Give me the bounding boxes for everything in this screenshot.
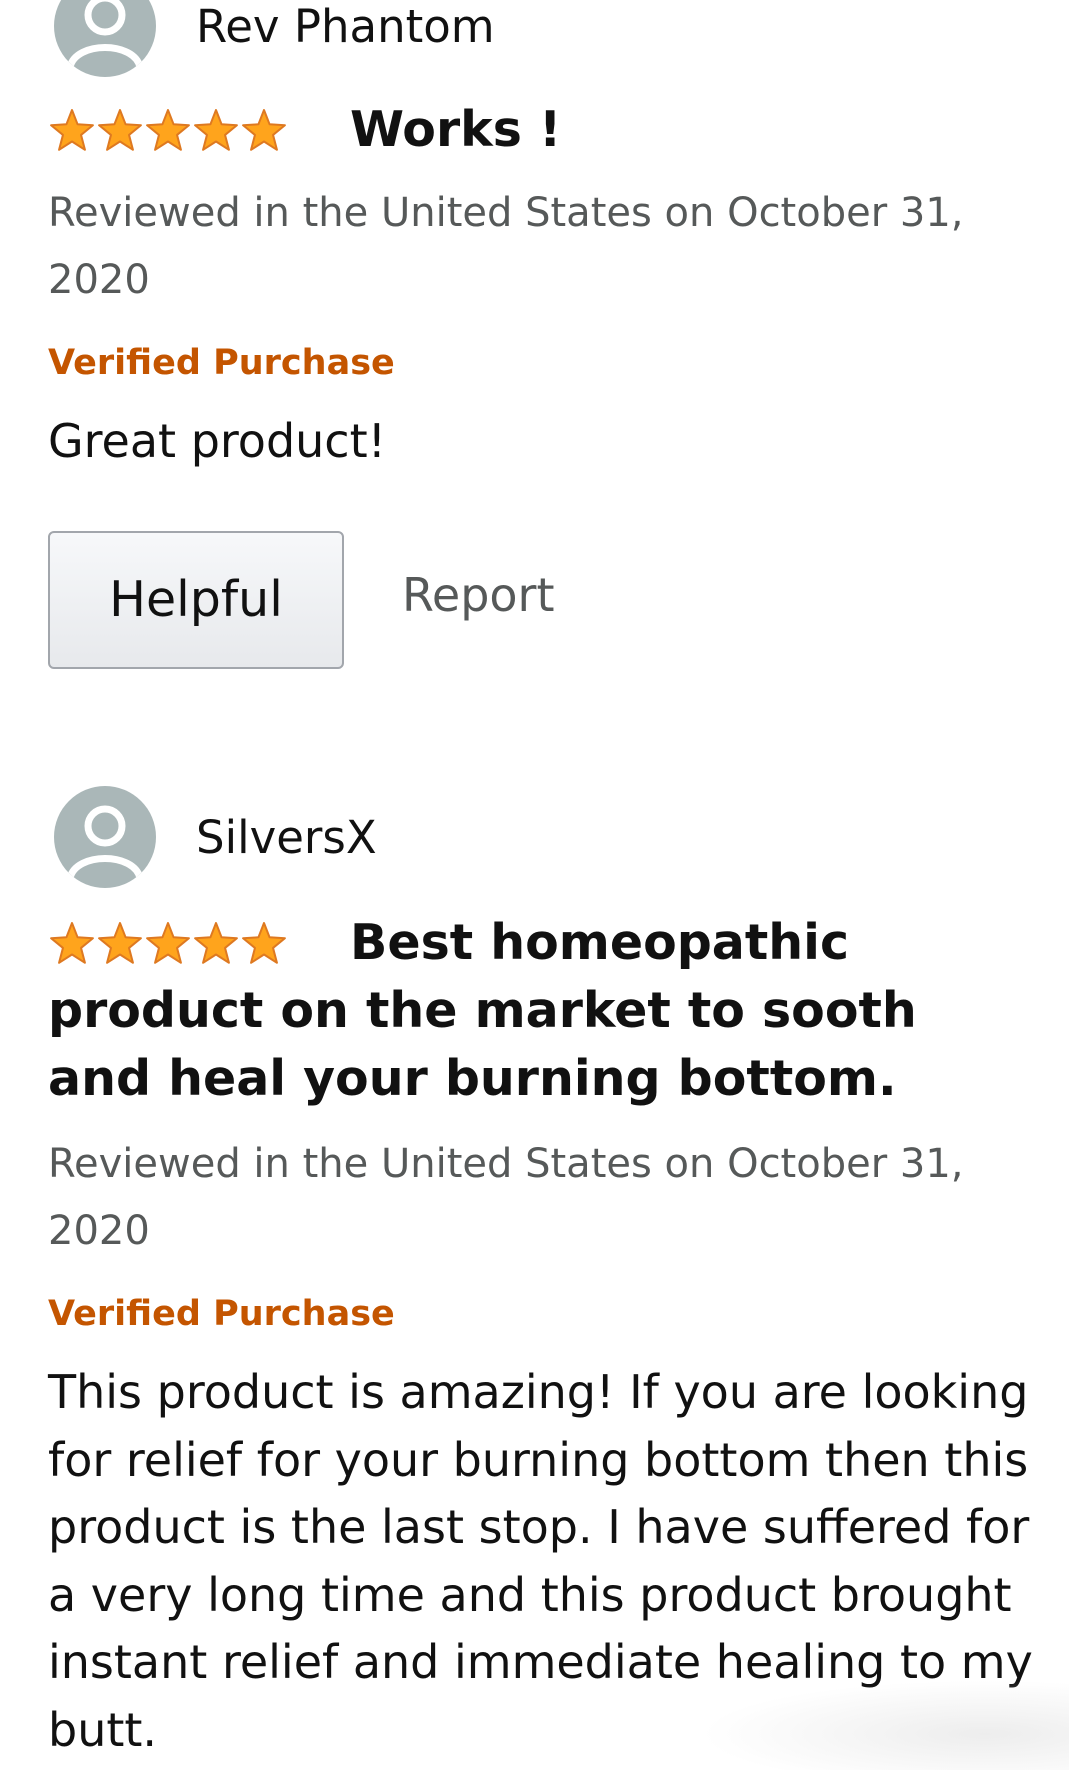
star-icon [50,109,94,151]
reviewer-profile[interactable]: Rev Phantom [54,0,495,78]
person-silhouette-icon [66,0,144,69]
star-icon [98,109,142,151]
star-icon [50,109,286,151]
star-icon [50,922,286,964]
review-body: This product is amazing! If you are look… [48,1365,1033,1757]
review-date: Reviewed in the United States on October… [48,1141,964,1254]
reviewer-profile[interactable]: SilversX [54,785,377,889]
review-body: Great product! [48,414,387,468]
star-icon [194,109,238,151]
avatar [54,0,156,77]
star-icon [98,922,142,964]
reviewer-name: Rev Phantom [196,0,495,53]
person-silhouette-icon [66,805,144,880]
verified-purchase-badge: Verified Purchase [48,343,395,383]
star-icon [242,109,286,151]
star-rating [48,917,312,969]
star-icon [146,922,190,964]
star-icon [194,922,238,964]
review-title[interactable]: Works ! [350,101,561,158]
review-date: Reviewed in the United States on October… [48,190,964,303]
avatar [54,786,156,888]
verified-purchase-badge: Verified Purchase [48,1294,395,1334]
star-icon [146,109,190,151]
review-headline: Works ! [48,96,1008,164]
reviewer-name: SilversX [196,810,377,864]
star-icon [50,922,94,964]
report-link[interactable]: Report [402,568,555,622]
helpful-button[interactable]: Helpful [48,531,344,669]
review-headline: Best homeopathic product on the market t… [48,909,1008,1113]
star-rating [48,104,312,156]
star-icon [242,922,286,964]
